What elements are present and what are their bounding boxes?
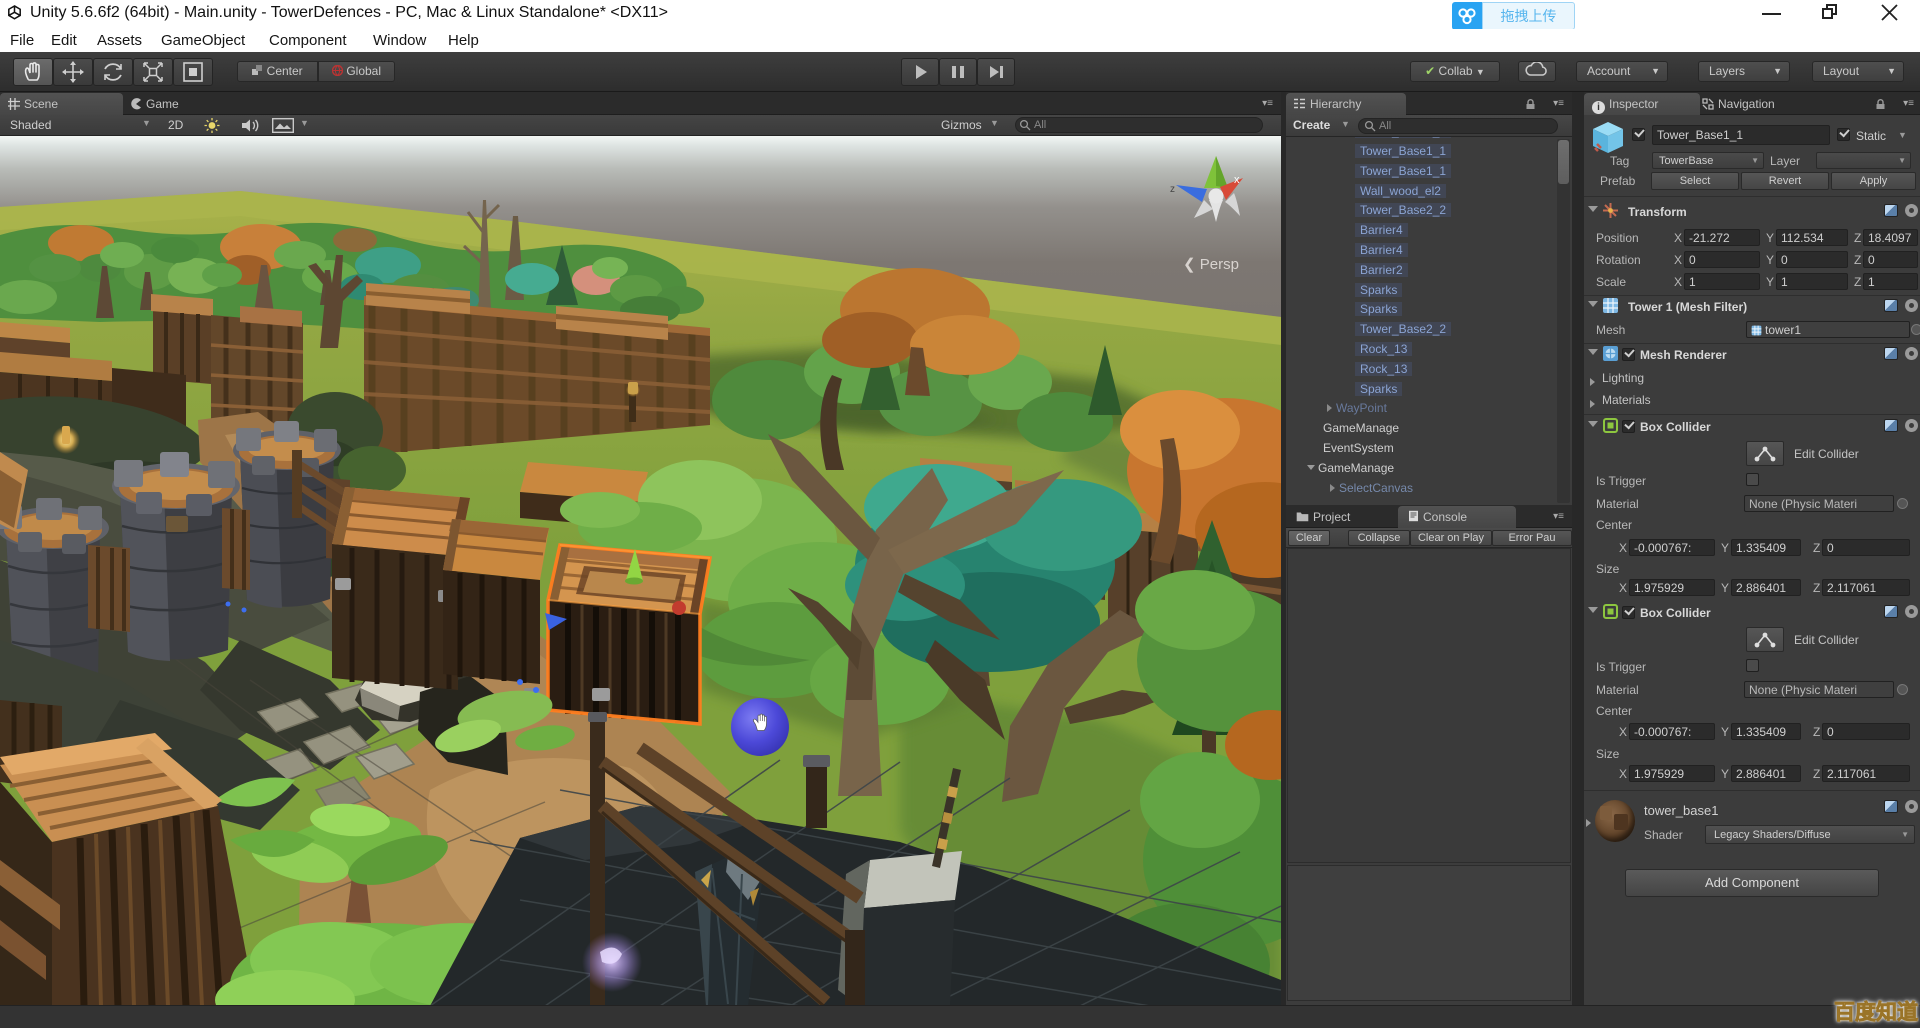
svg-text:z: z [1170, 184, 1175, 195]
svg-text:❮ Persp: ❮ Persp [1183, 256, 1239, 273]
svg-text:x: x [1234, 174, 1240, 186]
